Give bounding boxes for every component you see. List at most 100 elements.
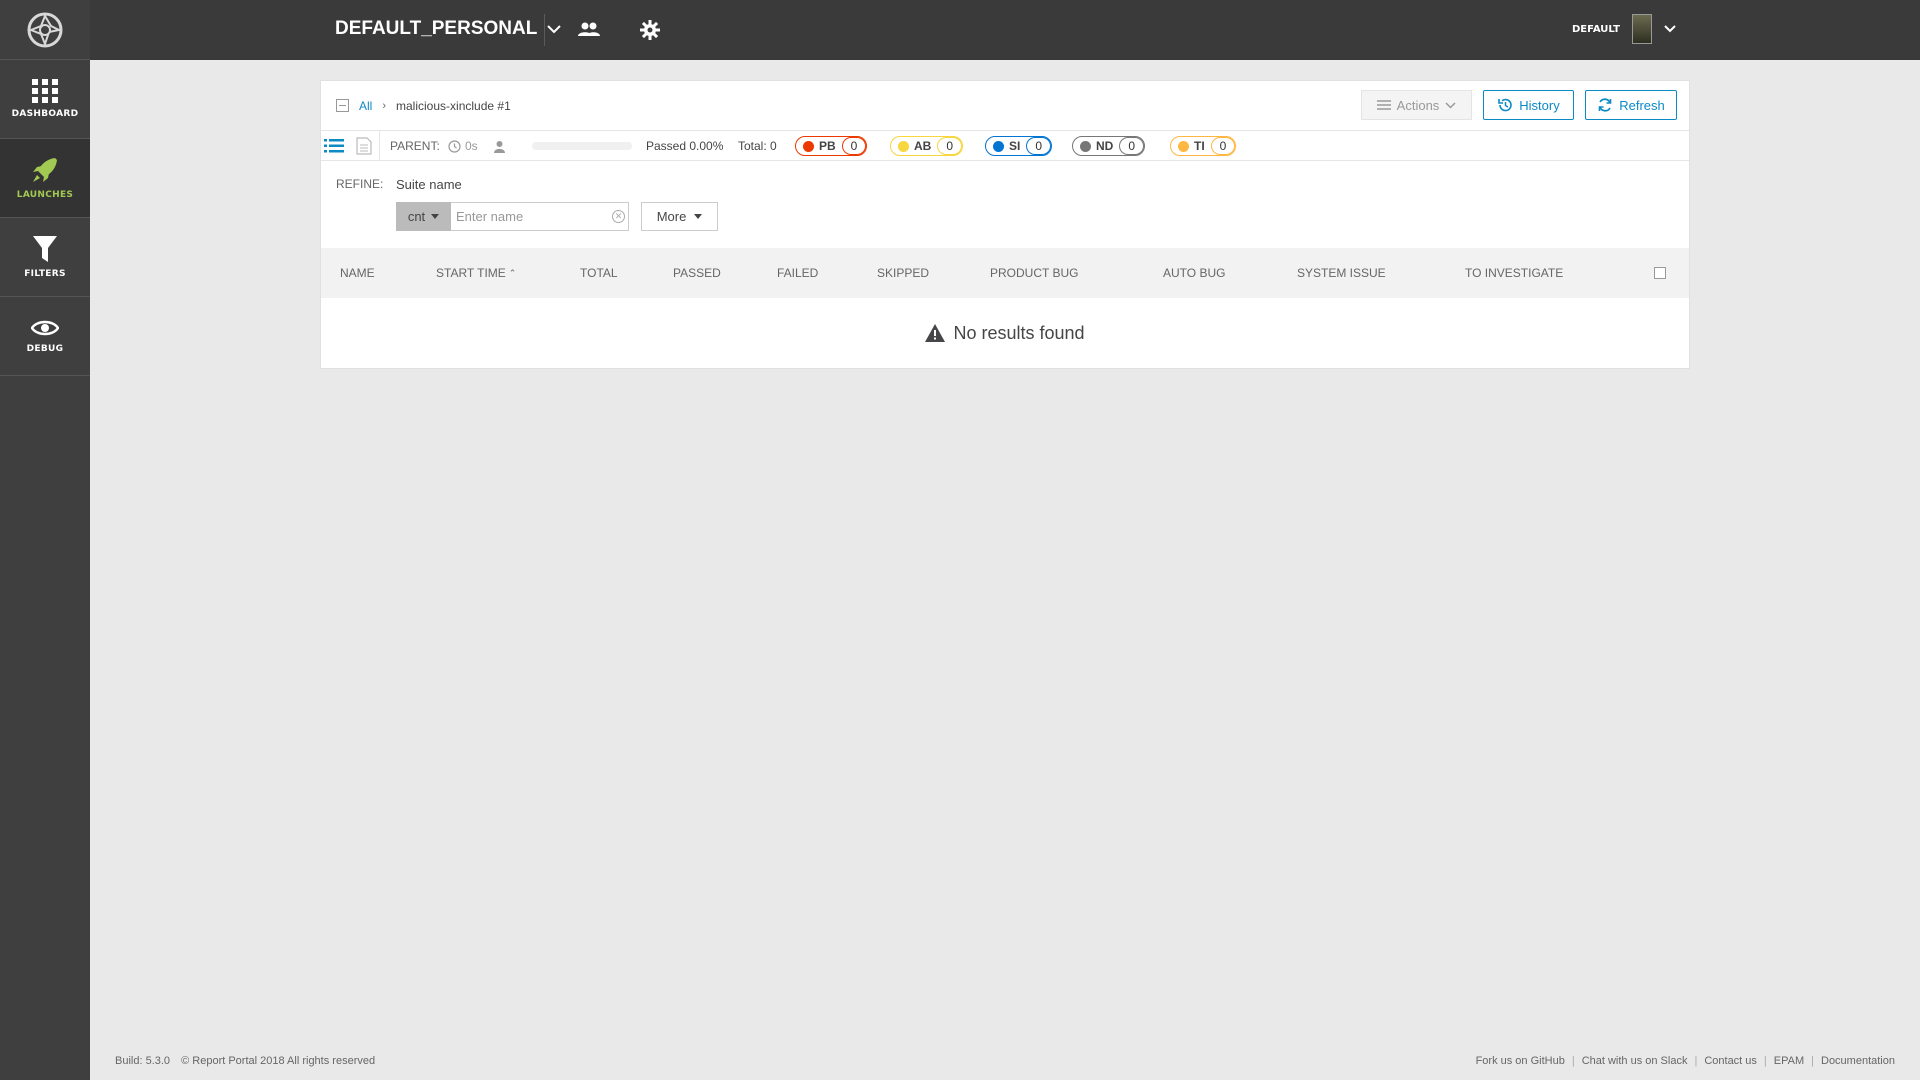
footer-separator: | [1763, 1055, 1767, 1067]
defect-dot-icon [1080, 140, 1091, 152]
breadcrumb-current: malicious-xinclude #1 [396, 98, 511, 113]
clock-icon [448, 131, 461, 161]
select-all-checkbox[interactable] [1654, 267, 1666, 279]
owner-icon [493, 131, 506, 161]
defect-count: 0 [1119, 137, 1145, 155]
report-portal-logo[interactable] [0, 0, 90, 60]
breadcrumb: All › malicious-xinclude #1 Actions Hist… [321, 81, 1689, 131]
refresh-button[interactable]: Refresh [1585, 90, 1677, 120]
column-header-name[interactable]: NAME [340, 248, 375, 298]
rocket-icon [33, 158, 57, 182]
defect-name: AB [914, 139, 932, 153]
column-header-skipped[interactable]: SKIPPED [877, 248, 929, 298]
build-version: Build: 5.3.0 [115, 1055, 171, 1067]
defect-count: 0 [841, 137, 867, 155]
warning-icon [925, 324, 946, 342]
footer-separator: | [1811, 1055, 1814, 1067]
header-divider [544, 14, 545, 46]
defect-name: SI [1009, 139, 1021, 153]
column-header-auto-bug[interactable]: AUTO BUG [1163, 248, 1225, 298]
suite-name-label: Suite name [396, 177, 462, 192]
footer-link-epam[interactable]: EPAM [1774, 1055, 1804, 1067]
defect-count: 0 [1026, 137, 1052, 155]
top-header: DEFAULT_PERSONAL DEFAULT [90, 0, 1920, 60]
parent-label: PARENT: [390, 139, 440, 153]
refresh-icon [1598, 98, 1612, 112]
log-view-icon[interactable] [356, 131, 374, 161]
passed-percent: Passed 0.00% [646, 139, 724, 153]
more-filters-button[interactable]: More [641, 202, 718, 231]
project-selector[interactable]: DEFAULT_PERSONAL [335, 18, 562, 40]
chevron-down-icon [1445, 101, 1456, 109]
caret-down-icon [694, 214, 703, 219]
defect-count: 0 [937, 137, 963, 155]
chevron-down-icon [1664, 25, 1676, 33]
condition-dropdown[interactable]: cnt [396, 202, 451, 231]
avatar [1631, 14, 1652, 44]
column-header-failed[interactable]: FAILED [777, 248, 818, 298]
refine-label: REFINE: [336, 177, 384, 191]
column-header-label: START TIME [436, 266, 506, 280]
defect-badge-ti[interactable]: TI 0 [1170, 136, 1237, 156]
sidebar-item-dashboard[interactable]: DASHBOARD [0, 60, 90, 139]
defect-count: 0 [1210, 137, 1236, 155]
filter-icon [33, 236, 57, 262]
column-header-system-issue[interactable]: SYSTEM ISSUE [1297, 248, 1386, 298]
more-label: More [656, 209, 687, 224]
footer-link-slack[interactable]: Chat with us on Slack [1582, 1055, 1688, 1067]
sidebar-item-launches[interactable]: LAUNCHES [0, 139, 90, 218]
empty-message: No results found [953, 322, 1085, 343]
history-icon [1498, 98, 1513, 112]
column-header-start-time[interactable]: START TIME ⌃ [436, 248, 516, 298]
history-button[interactable]: History [1483, 90, 1574, 120]
sort-asc-icon: ⌃ [508, 267, 517, 278]
total-count: Total: 0 [738, 139, 777, 153]
copyright: © Report Portal 2018 All rights reserved [181, 1055, 376, 1067]
passed-progress-bar [532, 142, 632, 150]
collapse-icon[interactable] [336, 99, 349, 112]
defect-badge-ab[interactable]: AB 0 [890, 136, 964, 156]
sidebar-item-filters[interactable]: FILTERS [0, 218, 90, 297]
refresh-label: Refresh [1619, 97, 1665, 113]
sidebar-item-debug[interactable]: DEBUG [0, 297, 90, 376]
info-divider [379, 131, 380, 161]
defect-badge-pb[interactable]: PB 0 [795, 136, 868, 156]
sidebar: DASHBOARD LAUNCHES FILTERS DEBUG [0, 0, 90, 1080]
empty-state: No results found [321, 298, 1689, 368]
list-view-icon[interactable] [324, 131, 346, 161]
defect-badge-nd[interactable]: ND 0 [1072, 136, 1146, 156]
breadcrumb-all-link[interactable]: All [359, 99, 372, 113]
footer-link-github[interactable]: Fork us on GitHub [1476, 1055, 1565, 1067]
table-header: NAME START TIME ⌃ TOTAL PASSED FAILED SK… [321, 248, 1689, 298]
user-menu[interactable]: DEFAULT [1572, 14, 1676, 44]
history-label: History [1519, 97, 1560, 113]
footer-link-documentation[interactable]: Documentation [1821, 1055, 1895, 1067]
caret-down-icon [431, 214, 440, 219]
project-name: DEFAULT_PERSONAL [335, 18, 538, 39]
settings-gear-icon[interactable] [640, 20, 660, 45]
column-header-product-bug[interactable]: PRODUCT BUG [990, 248, 1078, 298]
sidebar-item-label: FILTERS [24, 269, 66, 279]
clear-input-icon[interactable]: ✕ [612, 210, 625, 223]
suite-name-input[interactable] [451, 202, 629, 231]
refine-bar: REFINE: Suite name cnt ✕ More [321, 161, 1689, 248]
column-header-passed[interactable]: PASSED [673, 248, 721, 298]
members-icon[interactable] [578, 20, 600, 43]
footer: Build: 5.3.0 © Report Portal 2018 All ri… [90, 1055, 1920, 1080]
footer-links: Fork us on GitHub | Chat with us on Slack… [1476, 1055, 1895, 1067]
defect-name: TI [1194, 139, 1205, 153]
defect-dot-icon [1178, 140, 1189, 152]
footer-link-contact[interactable]: Contact us [1704, 1055, 1757, 1067]
eye-icon [31, 320, 59, 336]
sidebar-item-label: DASHBOARD [11, 109, 79, 119]
defect-dot-icon [898, 140, 909, 152]
defect-dot-icon [993, 140, 1004, 152]
column-header-to-investigate[interactable]: TO INVESTIGATE [1465, 248, 1563, 298]
footer-info: Build: 5.3.0 © Report Portal 2018 All ri… [115, 1055, 375, 1067]
defect-name: ND [1096, 139, 1114, 153]
duration-value: 0s [465, 139, 478, 153]
actions-button[interactable]: Actions [1361, 90, 1472, 120]
dashboard-grid-icon [32, 79, 58, 103]
defect-badge-si[interactable]: SI 0 [985, 136, 1053, 156]
column-header-total[interactable]: TOTAL [580, 248, 618, 298]
